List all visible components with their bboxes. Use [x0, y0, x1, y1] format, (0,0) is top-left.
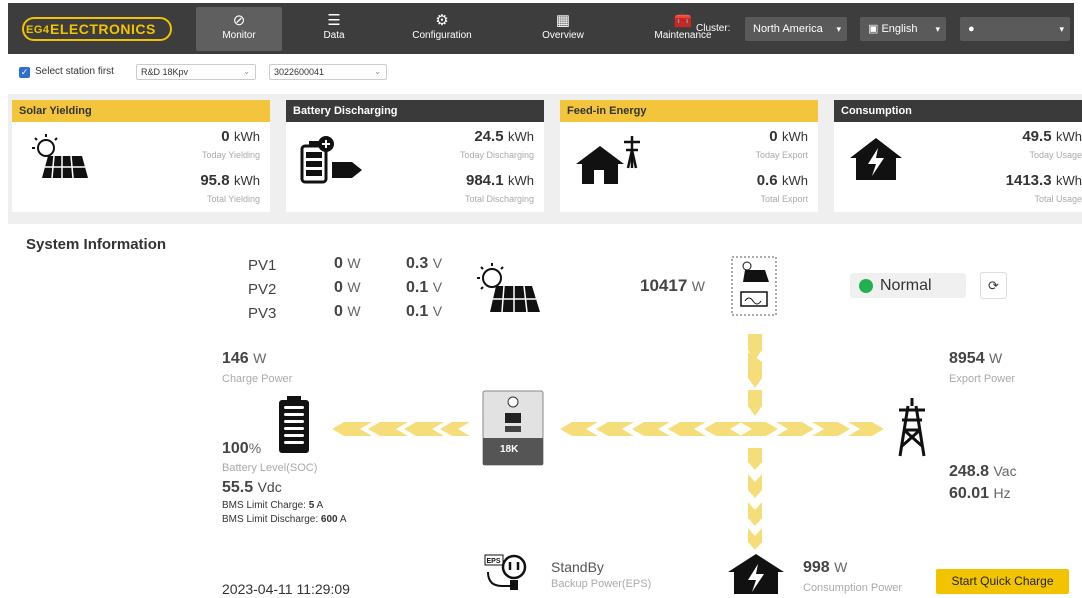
refresh-button[interactable]: ⟳ — [980, 272, 1007, 299]
pv-inverter-icon — [731, 256, 777, 316]
eps-state: StandBy — [551, 559, 604, 575]
flow-arrows-consumption — [748, 448, 762, 550]
house-icon — [728, 554, 784, 594]
battery-icon — [279, 396, 309, 453]
flow-arrows-grid — [560, 422, 884, 436]
charge-power-label: Charge Power — [222, 373, 293, 385]
bms-discharge-label: BMS Limit Discharge: — [222, 514, 319, 525]
grid-frequency-unit: Hz — [993, 485, 1011, 501]
bms-discharge-value: 600 — [320, 514, 338, 525]
pv2-power-value: 0 — [334, 279, 343, 296]
pv2-voltage-value: 0.1 — [406, 279, 429, 296]
bms-discharge-unit: A — [339, 514, 347, 525]
bms-limit-discharge: BMS Limit Discharge: 600 A — [222, 514, 347, 525]
status-dot — [859, 279, 873, 293]
pv-total-value: 10417 — [640, 276, 688, 295]
export-power: 8954 W — [949, 350, 1002, 368]
pv3-voltage-value: 0.1 — [406, 303, 429, 320]
bms-charge-label: BMS Limit Charge: — [222, 500, 306, 511]
battery-level-label: Battery Level(SOC) — [222, 462, 318, 474]
pv1-voltage-unit: V — [432, 255, 443, 271]
charge-power-value: 146 — [222, 350, 249, 367]
eps-plug-icon: EPS — [484, 554, 527, 590]
status-badge: Normal — [850, 273, 966, 298]
grid-frequency: 60.01 Hz — [949, 485, 1011, 503]
pv2-power: 0 W — [334, 279, 361, 297]
pv2-label: PV2 — [248, 281, 277, 298]
pv3-power-value: 0 — [334, 303, 343, 320]
power-tower-icon — [898, 398, 926, 457]
pv3-voltage: 0.1 V — [406, 303, 442, 321]
consumption-power-unit: W — [834, 559, 848, 575]
refresh-icon: ⟳ — [988, 278, 999, 293]
consumption-power-value: 998 — [803, 559, 830, 576]
battery-voltage-value: 55.5 — [222, 479, 254, 496]
bms-charge-value: 5 — [308, 500, 315, 511]
battery-voltage-unit: Vdc — [257, 479, 282, 495]
eps-label: Backup Power(EPS) — [551, 578, 652, 590]
pv1-power: 0 W — [334, 255, 361, 273]
pv3-power-unit: W — [347, 303, 361, 319]
grid-voltage: 248.8 Vac — [949, 463, 1017, 481]
battery-voltage: 55.5 Vdc — [222, 479, 282, 497]
inverter-icon: 18K — [482, 390, 544, 466]
grid-frequency-value: 60.01 — [949, 485, 990, 502]
pv1-voltage: 0.3 V — [406, 255, 442, 273]
pv3-voltage-unit: V — [432, 303, 443, 319]
export-power-unit: W — [989, 350, 1003, 366]
grid-voltage-unit: Vac — [993, 463, 1017, 479]
battery-level-value: 100 — [222, 440, 249, 457]
consumption-power: 998 W — [803, 559, 847, 577]
pv1-power-unit: W — [347, 255, 361, 271]
solar-panel-icon — [477, 263, 540, 313]
charge-power-unit: W — [253, 350, 267, 366]
charge-power: 146 W — [222, 350, 266, 368]
pv2-power-unit: W — [347, 279, 361, 295]
pv1-power-value: 0 — [334, 255, 343, 272]
grid-voltage-value: 248.8 — [949, 463, 990, 480]
flow-arrows-battery — [332, 422, 470, 436]
pv-total-unit: W — [691, 278, 705, 294]
battery-level: 100% — [222, 440, 261, 458]
pv-total-power: 10417 W — [640, 276, 705, 296]
pv1-voltage-value: 0.3 — [406, 255, 429, 272]
export-power-label: Export Power — [949, 373, 1016, 385]
export-power-value: 8954 — [949, 350, 985, 367]
timestamp: 2023-04-11 11:29:09 — [222, 581, 350, 597]
pv3-label: PV3 — [248, 305, 277, 322]
pv3-power: 0 W — [334, 303, 361, 321]
bms-limit-charge: BMS Limit Charge: 5 A — [222, 500, 323, 511]
bms-charge-unit: A — [316, 500, 324, 511]
inverter-model-label: 18K — [500, 444, 519, 455]
pv2-voltage-unit: V — [432, 279, 443, 295]
battery-level-unit: % — [248, 440, 262, 456]
pv1-label: PV1 — [248, 257, 277, 274]
start-quick-charge-button[interactable]: Start Quick Charge — [936, 569, 1069, 594]
consumption-power-label: Consumption Power — [803, 582, 903, 594]
pv2-voltage: 0.1 V — [406, 279, 442, 297]
eps-tag: EPS — [487, 558, 501, 565]
status-text: Normal — [880, 277, 932, 294]
flow-arrows-pv — [748, 334, 762, 416]
